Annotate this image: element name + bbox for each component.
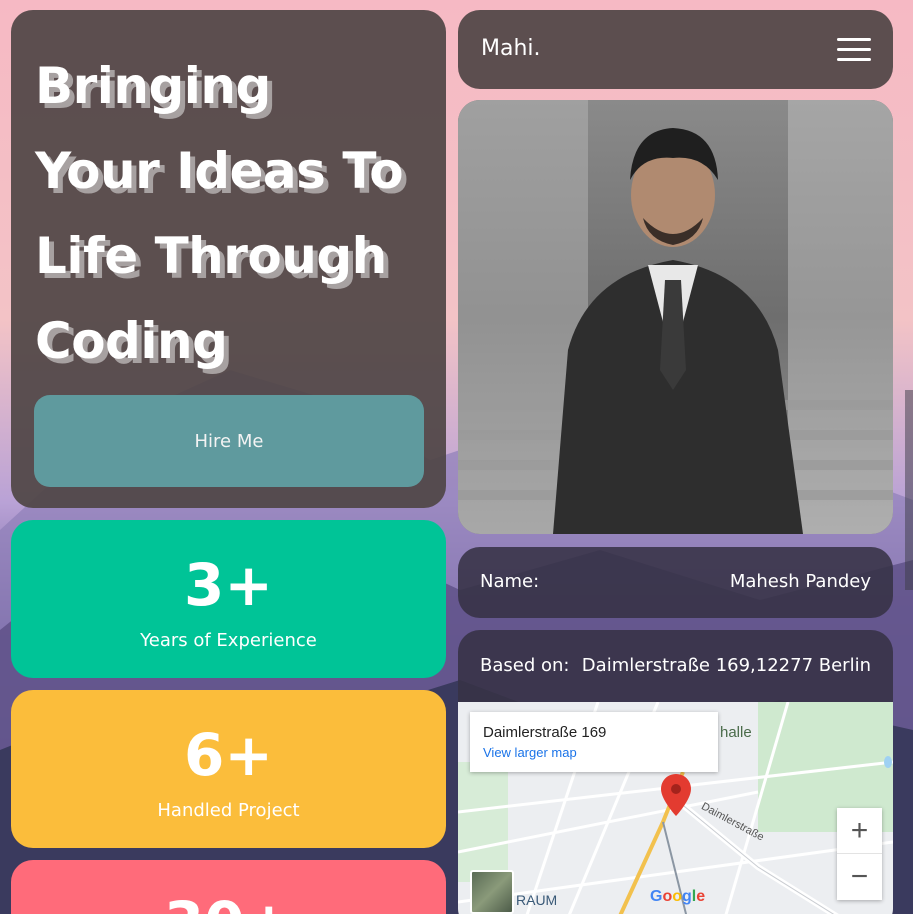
- name-value: Mahesh Pandey: [729, 571, 871, 592]
- hamburger-icon[interactable]: [837, 38, 871, 62]
- profile-location-card: Based on: Daimlerstraße 169,12277 Berlin…: [458, 630, 893, 914]
- stat-card-projects: 6+ Handled Project: [11, 690, 446, 848]
- map-zoom-controls: + −: [837, 808, 882, 900]
- stat-card-third: 30+: [11, 860, 446, 914]
- map-place-name: Daimlerstraße 169: [483, 724, 607, 741]
- map-info-popup: Daimlerstraße 169 View larger map: [470, 712, 718, 772]
- based-value: Daimlerstraße 169,12277 Berlin: [581, 655, 871, 676]
- hero-title-line: Your Ideas To: [35, 142, 404, 200]
- based-label: Based on:: [480, 655, 570, 676]
- name-label: Name:: [480, 571, 540, 592]
- hero-title-line: Life Through: [35, 227, 387, 285]
- zoom-out-button[interactable]: −: [837, 854, 882, 900]
- stat-value: 30+: [11, 888, 446, 914]
- hero-title: Bringing Your Ideas To Life Through Codi…: [35, 44, 440, 384]
- stat-label: Handled Project: [157, 800, 300, 821]
- hero-title-line: Coding: [35, 312, 228, 370]
- profile-name-row: Name: Mahesh Pandey: [458, 547, 893, 618]
- hero-title-line: Bringing: [35, 57, 271, 115]
- satellite-toggle[interactable]: [470, 870, 514, 914]
- page-scrollbar[interactable]: [905, 390, 913, 590]
- stat-value: 3+: [184, 551, 273, 619]
- location-map[interactable]: Daimlerstraße 169 View larger map halle …: [458, 702, 893, 914]
- stat-label: Years of Experience: [140, 630, 317, 651]
- top-nav: Mahi.: [458, 10, 893, 89]
- hire-me-button[interactable]: Hire Me: [34, 395, 424, 487]
- stat-value: 6+: [184, 721, 273, 789]
- map-label: halle: [720, 724, 752, 741]
- brand-logo[interactable]: Mahi.: [481, 36, 541, 61]
- hero-card: Bringing Your Ideas To Life Through Codi…: [11, 10, 446, 508]
- google-logo: Google: [650, 888, 706, 905]
- view-larger-map-link[interactable]: View larger map: [483, 745, 705, 760]
- profile-portrait-image: [458, 100, 893, 534]
- map-pin-icon[interactable]: [661, 774, 691, 816]
- map-label: RAUM: [516, 892, 558, 908]
- zoom-in-button[interactable]: +: [837, 808, 882, 854]
- profile-photo: [458, 100, 893, 534]
- stat-card-experience: 3+ Years of Experience: [11, 520, 446, 678]
